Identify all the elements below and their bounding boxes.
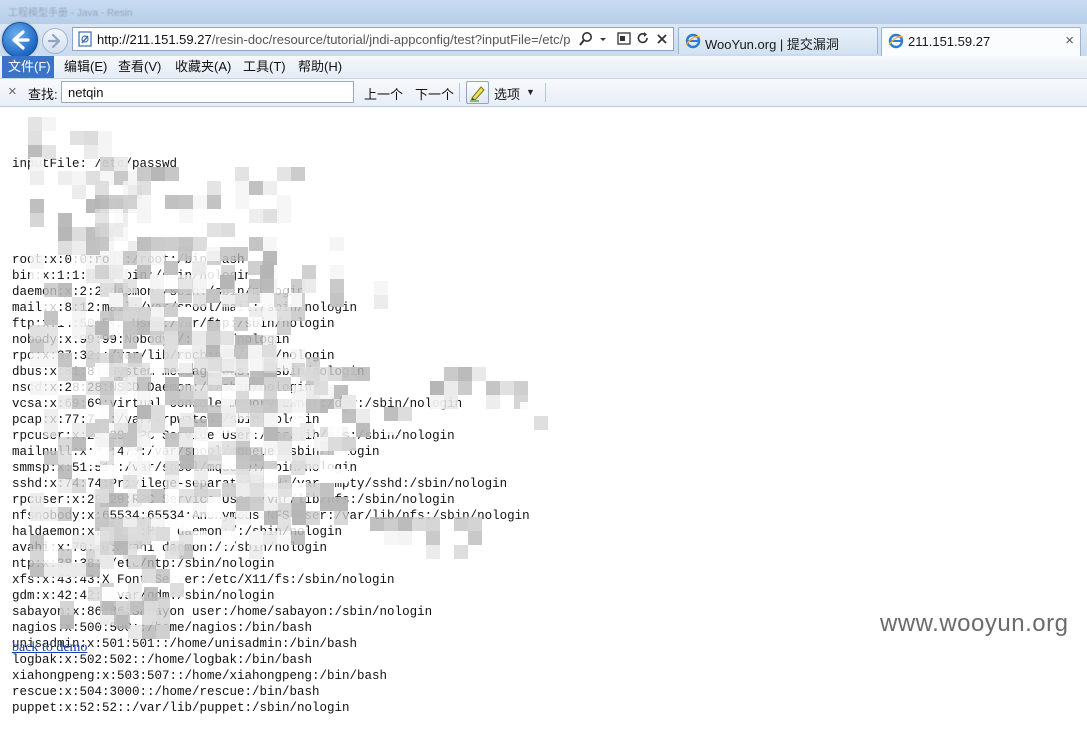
passwd-line: pcap:x:77:77::/var/arpwatch:/sbin/nologi… bbox=[12, 413, 320, 427]
find-bar: × 查找: 上一个 下一个 选项 ▼ bbox=[0, 79, 1087, 107]
close-findbar-icon[interactable]: × bbox=[8, 83, 17, 100]
passwd-line: gdm:x:42:42::/var/gdm:/sbin/nologin bbox=[12, 589, 275, 603]
input-file-line: inputFile: /etc/passwd bbox=[12, 157, 178, 171]
address-bar[interactable]: http://211.151.59.27/resin-doc/resource/… bbox=[72, 27, 674, 51]
passwd-line: ntp:x:38:38::/etc/ntp:/sbin/nologin bbox=[12, 557, 275, 571]
ie-icon bbox=[888, 33, 904, 49]
passwd-line: ftp:x:14:50:FTP User:/var/ftp:/sbin/nolo… bbox=[12, 317, 335, 331]
back-to-demo-link[interactable]: back to demo bbox=[12, 640, 87, 656]
search-icon[interactable] bbox=[579, 31, 593, 47]
passwd-line: dbus:x:81:81:System message bus:/:/sbin/… bbox=[12, 365, 365, 379]
highlight-pen-icon[interactable] bbox=[466, 81, 489, 104]
url-path: /resin-doc/resource/tutorial/jndi-appcon… bbox=[211, 32, 571, 47]
back-arrow-icon bbox=[12, 30, 30, 50]
find-label: 查找: bbox=[28, 87, 58, 102]
passwd-line: bin:x:1:1:bin:/bin:/sbin/nologin bbox=[12, 269, 253, 283]
menu-tools[interactable]: 工具(T) bbox=[237, 56, 292, 78]
forward-arrow-icon bbox=[47, 33, 61, 49]
page-content: inputFile: /etc/passwd root:x:0:0:root:/… bbox=[0, 107, 1087, 715]
menu-edit[interactable]: 编辑(E) bbox=[58, 56, 113, 78]
find-options-button[interactable]: 选项 ▼ bbox=[466, 81, 542, 104]
close-tab-icon[interactable]: × bbox=[1065, 32, 1074, 49]
url-host: http://211.151.59.27 bbox=[97, 32, 212, 47]
find-input[interactable] bbox=[61, 81, 354, 103]
passwd-line: logbak:x:502:502::/home/logbak:/bin/bash bbox=[12, 653, 313, 667]
tab-label: WooYun.org | 提交漏洞 bbox=[705, 37, 839, 52]
passwd-line: rpc:x:37:32::/var/lib/rpcbind:/sbin/nolo… bbox=[12, 349, 335, 363]
back-button[interactable] bbox=[2, 22, 38, 58]
passwd-line: xiahongpeng:x:503:507::/home/xiahongpeng… bbox=[12, 669, 388, 683]
passwd-line: puppet:x:52:52::/var/lib/puppet:/sbin/no… bbox=[12, 701, 350, 715]
passwd-line: rpcuser:x:29:29:RPC Service User:/var/li… bbox=[12, 429, 455, 443]
menu-view[interactable]: 查看(V) bbox=[112, 56, 167, 78]
menu-help[interactable]: 帮助(H) bbox=[292, 56, 348, 78]
passwd-line: rescue:x:504:3000::/home/rescue:/bin/bas… bbox=[12, 685, 320, 699]
navigation-bar: http://211.151.59.27/resin-doc/resource/… bbox=[0, 22, 1087, 58]
passwd-line: daemon:x:2:2:daemon:/sbin:/sbin/nologin bbox=[12, 285, 305, 299]
chevron-down-icon: ▼ bbox=[526, 87, 535, 97]
passwd-lines: root:x:0:0:root:/root:/bin/bash bin:x:1:1… bbox=[12, 252, 530, 716]
passwd-line: haldaemon:x:68:68:HAL daemon:/:/sbin/nol… bbox=[12, 525, 343, 539]
passwd-line: unisadmin:x:501:501::/home/unisadmin:/bi… bbox=[12, 637, 358, 651]
menu-bar: 文件(F) 编辑(E) 查看(V) 收藏夹(A) 工具(T) 帮助(H) bbox=[0, 56, 1087, 79]
passwd-line: sshd:x:74:74:Privilege-separated SSH:/va… bbox=[12, 477, 508, 491]
ie-icon bbox=[685, 33, 701, 49]
passwd-line: vcsa:x:69:69:virtual console memory owne… bbox=[12, 397, 463, 411]
forward-button[interactable] bbox=[42, 28, 68, 54]
find-options-label: 选项 bbox=[494, 87, 521, 102]
menu-favorites[interactable]: 收藏夹(A) bbox=[169, 56, 237, 78]
stop-icon[interactable] bbox=[655, 31, 669, 47]
address-tools bbox=[579, 31, 669, 47]
passwd-line: avahi:x:70:70:Avahi daemon:/:/sbin/nolog… bbox=[12, 541, 328, 555]
separator bbox=[545, 83, 546, 102]
mosaic-cell bbox=[548, 402, 562, 416]
window-title: 工程模型手册 - Java - Resin bbox=[8, 8, 133, 19]
passwd-line: nobody:x:99:99:Nobody:/:/sbin/nologin bbox=[12, 333, 290, 347]
passwd-line: mail:x:8:12:mail:/var/spool/mail:/sbin/n… bbox=[12, 301, 358, 315]
passwd-line: smmsp:x:51:51::/var/spool/mqueue:/sbin/n… bbox=[12, 461, 358, 475]
watermark: www.wooyun.org bbox=[880, 610, 1069, 637]
passwd-line: mailnull:x:47:47::/var/spool/mqueue:/sbi… bbox=[12, 445, 380, 459]
passwd-line: nfsnobody:x:65534:65534:Anonymous NFS Us… bbox=[12, 509, 530, 523]
find-previous-button[interactable]: 上一个 bbox=[364, 84, 403, 103]
compat-view-icon[interactable] bbox=[617, 31, 631, 47]
tab-active-page[interactable]: 211.151.59.27 × bbox=[881, 27, 1081, 56]
passwd-line: xfs:x:43:43:X Font Server:/etc/X11/fs:/s… bbox=[12, 573, 395, 587]
dropdown-icon[interactable] bbox=[598, 31, 612, 47]
separator bbox=[459, 83, 460, 102]
passwd-line: nagios:x:500:500::/home/nagios:/bin/bash bbox=[12, 621, 313, 635]
page-icon bbox=[78, 31, 92, 47]
passwd-output: inputFile: /etc/passwd root:x:0:0:root:/… bbox=[12, 124, 530, 748]
mosaic-cell bbox=[534, 416, 548, 430]
window-titlebar: 工程模型手册 - Java - Resin bbox=[0, 0, 1087, 24]
find-next-button[interactable]: 下一个 bbox=[415, 84, 454, 103]
passwd-line: nscd:x:28:28:NSCD Daemon:/:/sbin/nologin bbox=[12, 381, 313, 395]
passwd-line: sabayon:x:86:86:Sabayon user:/home/sabay… bbox=[12, 605, 433, 619]
url-text[interactable]: http://211.151.59.27/resin-doc/resource/… bbox=[97, 32, 585, 47]
tab-wooyun[interactable]: WooYun.org | 提交漏洞 bbox=[678, 27, 878, 54]
passwd-line: rpcuser:x:29:29:RPC Service User:/var/li… bbox=[12, 493, 455, 507]
passwd-line: root:x:0:0:root:/root:/bin/bash bbox=[12, 253, 245, 267]
tab-label: 211.151.59.27 bbox=[908, 34, 991, 49]
menu-file[interactable]: 文件(F) bbox=[2, 56, 54, 78]
refresh-icon[interactable] bbox=[636, 31, 650, 47]
